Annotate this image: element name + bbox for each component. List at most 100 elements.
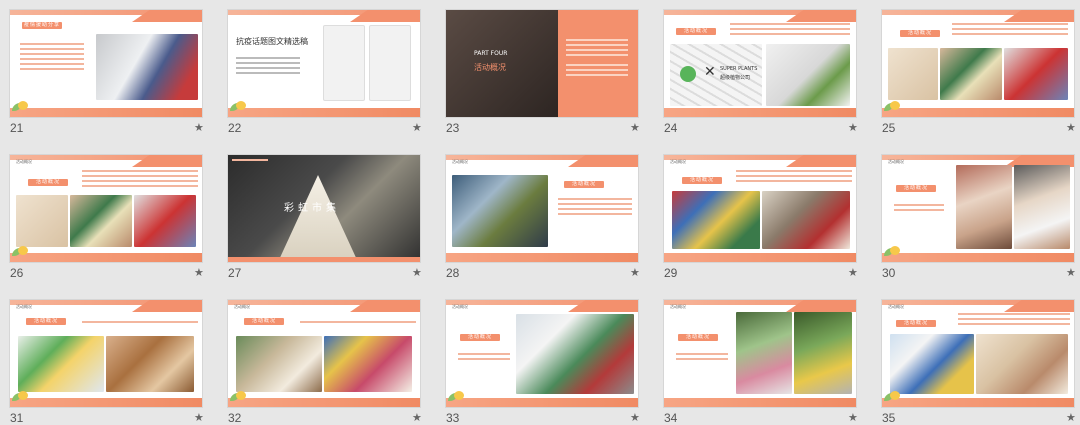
slide-photo <box>134 195 196 247</box>
slide-text <box>894 201 944 217</box>
slide-thumbnail-22[interactable]: 抗疫话题图文精选稿 <box>228 10 420 117</box>
slide-text <box>300 318 416 328</box>
slide-pill: 活动概况 <box>676 28 716 35</box>
slide-text <box>458 350 510 366</box>
star-icon[interactable]: ★ <box>630 121 640 134</box>
slide-pill: 活动概况 <box>678 334 718 341</box>
slide-cell-29[interactable]: 活动概况 活动概况 29 ★ <box>654 145 860 280</box>
star-icon[interactable]: ★ <box>1066 121 1076 134</box>
slide-thumbnail-23[interactable]: PART FOUR 活动概况 <box>446 10 638 117</box>
slide-number: 28 <box>446 266 460 280</box>
slide-cell-34[interactable]: 活动概况 活动概况 34 ★ <box>654 290 860 425</box>
slide-cell-28[interactable]: 活动概况 活动概况 28 ★ <box>436 145 642 280</box>
slide-thumbnail-24[interactable]: 活动概况 ✕ SUPER PLANTS 超级植物公司 <box>664 10 856 117</box>
slide-photo <box>16 195 68 247</box>
slide-cell-33[interactable]: 活动概况 活动概况 33 ★ <box>436 290 642 425</box>
slide-cell-22[interactable]: 抗疫话题图文精选稿 22 ★ <box>218 0 424 135</box>
slide-sorter-grid: 疫情援助分享 21 ★ 抗疫话题图文精选稿 22 ★ PART FOUR 活动概… <box>0 0 1080 425</box>
slide-thumbnail-32[interactable]: 活动概况 活动概况 <box>228 300 420 407</box>
slide-cell-25[interactable]: 活动概况 25 ★ <box>872 0 1078 135</box>
slide-cell-32[interactable]: 活动概况 活动概况 32 ★ <box>218 290 424 425</box>
star-icon[interactable]: ★ <box>194 266 204 279</box>
slide-thumbnail-31[interactable]: 活动概况 活动概况 <box>10 300 202 407</box>
slide-thumbnail-28[interactable]: 活动概况 活动概况 <box>446 155 638 262</box>
slide-cell-30[interactable]: 活动概况 活动概况 30 ★ <box>872 145 1078 280</box>
slide-thumbnail-33[interactable]: 活动概况 活动概况 <box>446 300 638 407</box>
star-icon[interactable]: ★ <box>412 266 422 279</box>
slide-text <box>952 20 1068 40</box>
slide-photo <box>976 334 1068 394</box>
slide-text <box>236 54 300 84</box>
slide-photo <box>96 34 198 100</box>
slide-cell-27[interactable]: 彩虹市集 27 ★ <box>218 145 424 280</box>
slide-pill: 活动概况 <box>26 318 66 325</box>
slide-thumbnail-29[interactable]: 活动概况 活动概况 <box>664 155 856 262</box>
slide-pill: 活动概况 <box>28 179 68 186</box>
star-icon[interactable]: ★ <box>848 266 858 279</box>
star-icon[interactable]: ★ <box>1066 266 1076 279</box>
star-icon[interactable]: ★ <box>1066 411 1076 424</box>
slide-pill: 活动概况 <box>682 177 722 184</box>
slide-number: 30 <box>882 266 896 280</box>
star-icon[interactable]: ★ <box>412 411 422 424</box>
star-icon[interactable]: ★ <box>630 266 640 279</box>
slide-number: 23 <box>446 121 460 135</box>
slide-number: 27 <box>228 266 242 280</box>
star-icon[interactable]: ★ <box>194 121 204 134</box>
slide-cell-24[interactable]: 活动概况 ✕ SUPER PLANTS 超级植物公司 24 ★ <box>654 0 860 135</box>
slide-thumbnail-27[interactable]: 彩虹市集 <box>228 155 420 262</box>
slide-photo <box>1004 48 1068 100</box>
star-icon[interactable]: ★ <box>194 411 204 424</box>
slide-tag: 活动概况 <box>16 304 32 309</box>
slide-thumbnail-25[interactable]: 活动概况 <box>882 10 1074 117</box>
slide-thumbnail-26[interactable]: 活动概况 活动概况 <box>10 155 202 262</box>
slide-text <box>736 167 852 187</box>
slide-cell-23[interactable]: PART FOUR 活动概况 23 ★ <box>436 0 642 135</box>
slide-photo <box>324 336 412 392</box>
slide-cell-31[interactable]: 活动概况 活动概况 31 ★ <box>0 290 206 425</box>
slide-number: 25 <box>882 121 896 135</box>
slide-tag: 活动概况 <box>452 159 468 164</box>
star-icon[interactable]: ★ <box>848 121 858 134</box>
slide-photo <box>762 191 850 249</box>
phone-screenshot-2 <box>370 26 410 100</box>
slide-number: 31 <box>10 411 24 425</box>
slide-photo <box>956 165 1012 249</box>
slide-cell-21[interactable]: 疫情援助分享 21 ★ <box>0 0 206 135</box>
slide-photo <box>766 44 850 106</box>
slide-pill: 活动概况 <box>896 185 936 192</box>
slide-photo <box>278 175 358 262</box>
slide-number: 29 <box>664 266 678 280</box>
slide-thumbnail-30[interactable]: 活动概况 活动概况 <box>882 155 1074 262</box>
slide-number: 33 <box>446 411 460 425</box>
slide-photo <box>672 191 760 249</box>
slide-number: 32 <box>228 411 242 425</box>
slide-pill: 活动概况 <box>460 334 500 341</box>
slide-number: 24 <box>664 121 678 135</box>
slide-tag: 活动概况 <box>452 304 468 309</box>
slide-photo <box>794 312 852 394</box>
slide-thumbnail-35[interactable]: 活动概况 活动概况 <box>882 300 1074 407</box>
star-icon[interactable]: ★ <box>412 121 422 134</box>
slide-title: 彩虹市集 <box>284 203 340 214</box>
slide-tag: 活动概况 <box>888 304 904 309</box>
slide-cell-26[interactable]: 活动概况 活动概况 26 ★ <box>0 145 206 280</box>
slide-tag: 活动概况 <box>888 159 904 164</box>
slide-thumbnail-21[interactable]: 疫情援助分享 <box>10 10 202 117</box>
slide-photo <box>940 48 1002 100</box>
slide-tag: 活动概况 <box>670 304 686 309</box>
phone-screenshot-1 <box>324 26 364 100</box>
slide-title: 活动概况 <box>474 63 506 72</box>
slide-photo <box>890 334 974 394</box>
slide-text <box>20 40 84 90</box>
slide-pill: 活动概况 <box>900 30 940 37</box>
slide-thumbnail-34[interactable]: 活动概况 活动概况 <box>664 300 856 407</box>
star-icon[interactable]: ★ <box>848 411 858 424</box>
slide-tag: 活动概况 <box>16 159 32 164</box>
slide-cell-35[interactable]: 活动概况 活动概况 35 ★ <box>872 290 1078 425</box>
slide-photo <box>516 314 634 394</box>
slide-photo <box>236 336 322 392</box>
slide-text <box>730 20 850 40</box>
star-icon[interactable]: ★ <box>630 411 640 424</box>
slide-photo <box>736 312 792 394</box>
